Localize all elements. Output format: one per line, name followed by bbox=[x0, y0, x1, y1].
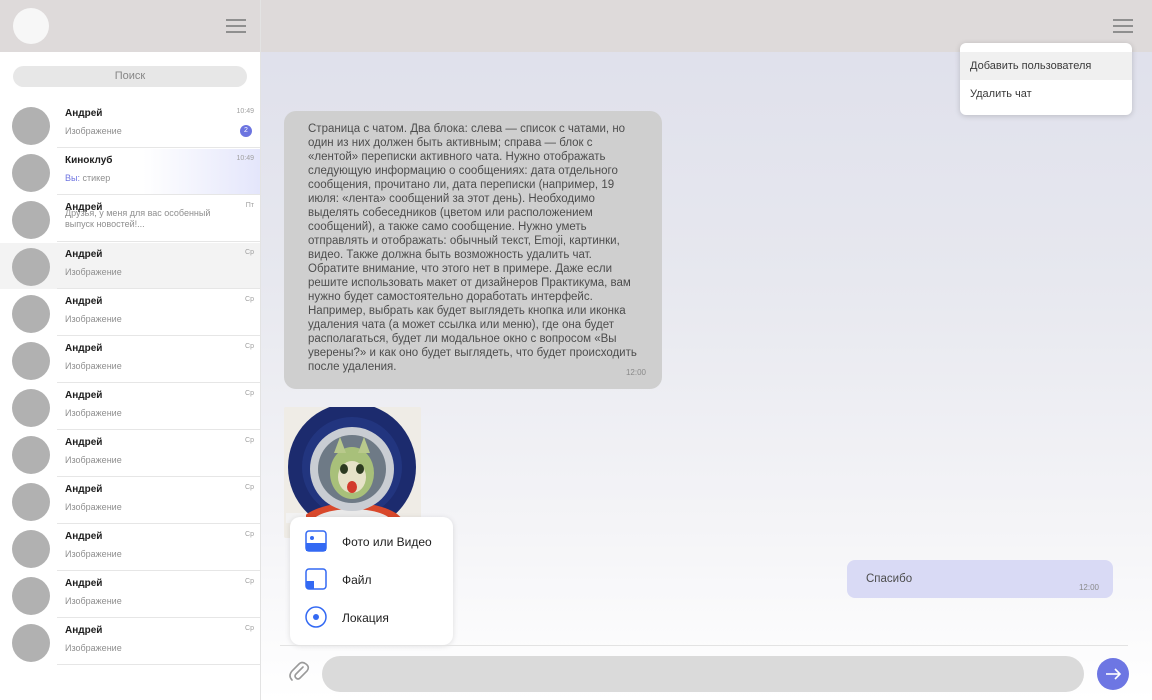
chat-time: Ср bbox=[245, 296, 254, 303]
chat-list-item[interactable]: Андрей Изображение Ср bbox=[0, 383, 260, 430]
chat-name: Андрей bbox=[65, 249, 103, 260]
message-time: 12:00 bbox=[1078, 583, 1099, 592]
location-icon bbox=[305, 606, 327, 628]
chat-preview-text: стикер bbox=[82, 173, 111, 183]
avatar bbox=[12, 295, 50, 333]
avatar bbox=[12, 248, 50, 286]
menu-icon[interactable] bbox=[226, 19, 246, 33]
chat-list-item[interactable]: Андрей Изображение 10:49 2 bbox=[0, 101, 260, 148]
footer-divider bbox=[280, 645, 1128, 646]
avatar bbox=[12, 577, 50, 615]
search-input[interactable]: Поиск bbox=[13, 66, 247, 87]
chat-list-item[interactable]: Андрей Изображение Ср bbox=[0, 430, 260, 477]
chat-name: Киноклуб bbox=[65, 155, 113, 166]
chat-actions-menu: Добавить пользователя Удалить чат bbox=[960, 43, 1132, 115]
chat-time: Ср bbox=[245, 390, 254, 397]
chat-name: Андрей bbox=[65, 108, 103, 119]
attach-file-item[interactable]: Файл bbox=[290, 568, 453, 606]
avatar bbox=[12, 389, 50, 427]
attach-photo-video-label: Фото или Видео bbox=[342, 535, 432, 549]
photo-icon bbox=[305, 530, 327, 552]
chat-time: Ср bbox=[245, 531, 254, 538]
message-text: Спасибо bbox=[866, 573, 913, 585]
chat-time: Ср bbox=[245, 484, 254, 491]
avatar bbox=[12, 154, 50, 192]
send-button[interactable] bbox=[1097, 658, 1129, 690]
avatar bbox=[12, 483, 50, 521]
chat-list-item[interactable]: Андрей Друзья, у меня для вас особенный … bbox=[0, 195, 260, 242]
chat-list-item-active[interactable]: Киноклуб Вы: стикер 10:49 bbox=[0, 148, 260, 195]
chat-list: Андрей Изображение 10:49 2 Киноклуб Вы: … bbox=[0, 101, 260, 665]
chat-name: Андрей bbox=[65, 390, 103, 401]
avatar bbox=[12, 624, 50, 662]
unread-badge: 2 bbox=[240, 125, 252, 137]
incoming-message: Страница с чатом. Два блока: слева — спи… bbox=[284, 111, 662, 389]
attach-location-item[interactable]: Локация bbox=[290, 606, 453, 644]
avatar bbox=[12, 107, 50, 145]
chat-preview: Изображение bbox=[65, 643, 122, 653]
chat-list-item[interactable]: Андрей Изображение Ср bbox=[0, 524, 260, 571]
chat-list-item[interactable]: Андрей Изображение Ср bbox=[0, 336, 260, 383]
chat-time: 10:49 bbox=[236, 155, 254, 162]
chat-list-item[interactable]: Андрей Изображение Ср bbox=[0, 477, 260, 524]
chat-list-item[interactable]: Андрей Изображение Ср bbox=[0, 289, 260, 336]
delete-chat-menu-item[interactable]: Удалить чат bbox=[960, 80, 1132, 108]
avatar bbox=[12, 530, 50, 568]
chat-menu-icon[interactable] bbox=[1113, 19, 1133, 33]
chat-preview: Изображение bbox=[65, 408, 122, 418]
chat-name: Андрей bbox=[65, 531, 103, 542]
chat-preview: Вы: стикер bbox=[65, 173, 225, 184]
attach-photo-video-item[interactable]: Фото или Видео bbox=[290, 530, 453, 568]
chat-time: Ср bbox=[245, 578, 254, 585]
message-input[interactable] bbox=[322, 656, 1084, 692]
sidebar-header bbox=[0, 0, 260, 52]
chat-time: Ср bbox=[245, 625, 254, 632]
chat-time: Пт bbox=[245, 202, 254, 209]
avatar bbox=[12, 201, 50, 239]
chat-list-item[interactable]: Андрей Изображение Ср bbox=[0, 242, 260, 289]
chat-preview: Изображение bbox=[65, 502, 122, 512]
attach-file-label: Файл bbox=[342, 573, 372, 587]
chat-preview: Друзья, у меня для вас особенный выпуск … bbox=[65, 208, 211, 229]
chat-preview: Изображение bbox=[65, 361, 122, 371]
chat-name: Андрей bbox=[65, 437, 103, 448]
chat-name: Андрей bbox=[65, 343, 103, 354]
chat-name: Андрей bbox=[65, 578, 103, 589]
profile-avatar[interactable] bbox=[13, 8, 49, 44]
chat-name: Андрей bbox=[65, 296, 103, 307]
chat-time: 10:49 bbox=[236, 108, 254, 115]
chat-time: Ср bbox=[245, 249, 254, 256]
attach-location-label: Локация bbox=[342, 611, 389, 625]
you-prefix: Вы: bbox=[65, 173, 80, 183]
sidebar: Поиск Андрей Изображение 10:49 2 Киноклу… bbox=[0, 0, 261, 700]
file-icon bbox=[305, 568, 327, 590]
avatar bbox=[12, 436, 50, 474]
chat-time: Ср bbox=[245, 343, 254, 350]
chat-preview: Изображение bbox=[65, 596, 122, 606]
chat-preview: Изображение bbox=[65, 314, 122, 324]
chat-time: Ср bbox=[245, 437, 254, 444]
chat-preview: Изображение bbox=[65, 455, 122, 465]
chat-name: Андрей bbox=[65, 484, 103, 495]
message-time: 12:00 bbox=[625, 368, 646, 377]
chat-preview: Изображение bbox=[65, 126, 122, 136]
add-user-menu-item[interactable]: Добавить пользователя bbox=[960, 52, 1132, 80]
avatar bbox=[12, 342, 50, 380]
chat-preview: Изображение bbox=[65, 267, 122, 277]
chat-preview: Изображение bbox=[65, 549, 122, 559]
chat-area: Добавить пользователя Удалить чат Страни… bbox=[261, 0, 1152, 700]
chat-name: Андрей bbox=[65, 625, 103, 636]
message-text: Страница с чатом. Два блока: слева — спи… bbox=[308, 123, 637, 373]
outgoing-message: Спасибо 12:00 bbox=[847, 560, 1113, 598]
chat-list-item[interactable]: Андрей Изображение Ср bbox=[0, 618, 260, 665]
attach-paperclip-icon[interactable] bbox=[288, 661, 310, 683]
arrow-right-icon bbox=[1106, 668, 1122, 680]
chat-list-item[interactable]: Андрей Изображение Ср bbox=[0, 571, 260, 618]
attach-menu: Фото или Видео Файл Локация bbox=[290, 517, 453, 645]
